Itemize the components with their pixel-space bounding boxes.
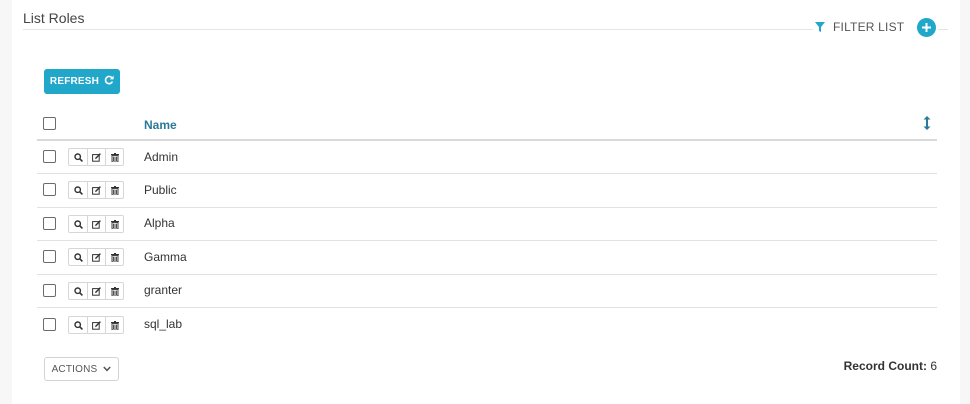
row-divider bbox=[37, 207, 937, 208]
view-button[interactable] bbox=[69, 317, 87, 333]
edit-button[interactable] bbox=[87, 283, 105, 299]
page-title: List Roles bbox=[23, 10, 85, 26]
search-icon bbox=[73, 320, 83, 330]
row-divider bbox=[37, 173, 937, 174]
edit-button[interactable] bbox=[87, 317, 105, 333]
row-action-group bbox=[68, 316, 124, 334]
trash-icon bbox=[110, 152, 119, 162]
trash-icon bbox=[110, 252, 119, 262]
edit-button[interactable] bbox=[87, 249, 105, 265]
refresh-label: REFRESH bbox=[49, 76, 100, 87]
view-button[interactable] bbox=[69, 283, 87, 299]
row-checkbox[interactable] bbox=[43, 284, 56, 297]
edit-icon bbox=[92, 252, 101, 262]
search-icon bbox=[73, 252, 83, 262]
column-header-name[interactable]: Name bbox=[144, 118, 177, 132]
role-name: Admin bbox=[144, 150, 179, 164]
search-icon bbox=[73, 219, 83, 229]
filter-list-button[interactable]: FILTER LIST bbox=[815, 18, 904, 36]
row-checkbox[interactable] bbox=[43, 250, 56, 263]
record-count-value: 6 bbox=[930, 359, 937, 373]
trash-icon bbox=[110, 286, 119, 296]
role-name: Alpha bbox=[144, 216, 175, 230]
edit-button[interactable] bbox=[87, 182, 105, 198]
add-role-button[interactable] bbox=[917, 18, 936, 37]
row-action-group bbox=[68, 248, 124, 266]
filter-list-label: FILTER LIST bbox=[833, 20, 905, 34]
view-button[interactable] bbox=[69, 182, 87, 198]
row-checkbox[interactable] bbox=[43, 318, 56, 331]
role-name: Gamma bbox=[144, 250, 187, 264]
delete-button[interactable] bbox=[105, 216, 123, 232]
edit-button[interactable] bbox=[87, 149, 105, 165]
refresh-icon bbox=[104, 75, 114, 88]
delete-button[interactable] bbox=[105, 249, 123, 265]
table-header-divider bbox=[37, 139, 937, 141]
row-checkbox[interactable] bbox=[43, 217, 56, 230]
chevron-down-icon bbox=[103, 364, 112, 375]
edit-icon bbox=[92, 152, 101, 162]
search-icon bbox=[73, 286, 83, 296]
view-button[interactable] bbox=[69, 149, 87, 165]
actions-label: ACTIONS bbox=[51, 363, 98, 375]
filter-icon bbox=[815, 22, 825, 32]
delete-button[interactable] bbox=[105, 149, 123, 165]
role-name: Public bbox=[144, 183, 177, 197]
row-action-group bbox=[68, 181, 124, 199]
row-divider bbox=[37, 240, 937, 241]
edit-icon bbox=[92, 320, 101, 330]
actions-dropdown-button[interactable]: ACTIONS bbox=[44, 357, 119, 381]
title-divider-end bbox=[938, 29, 948, 30]
delete-button[interactable] bbox=[105, 317, 123, 333]
edit-button[interactable] bbox=[87, 216, 105, 232]
content-panel bbox=[12, 0, 960, 404]
record-count: Record Count: 6 bbox=[844, 359, 937, 373]
row-action-group bbox=[68, 282, 124, 300]
plus-icon bbox=[922, 19, 931, 37]
search-icon bbox=[73, 185, 83, 195]
search-icon bbox=[73, 152, 83, 162]
row-checkbox[interactable] bbox=[43, 183, 56, 196]
edit-icon bbox=[92, 219, 101, 229]
view-button[interactable] bbox=[69, 249, 87, 265]
edit-icon bbox=[92, 185, 101, 195]
title-divider bbox=[23, 29, 813, 30]
row-divider bbox=[37, 274, 937, 275]
row-action-group bbox=[68, 215, 124, 233]
record-count-label: Record Count: bbox=[843, 359, 927, 373]
sort-icon[interactable] bbox=[923, 116, 931, 135]
refresh-button[interactable]: REFRESH bbox=[44, 69, 120, 94]
trash-icon bbox=[110, 185, 119, 195]
view-button[interactable] bbox=[69, 216, 87, 232]
row-divider bbox=[37, 307, 937, 308]
select-all-checkbox[interactable] bbox=[43, 117, 56, 130]
row-action-group bbox=[68, 148, 124, 166]
edit-icon bbox=[92, 286, 101, 296]
row-checkbox[interactable] bbox=[43, 150, 56, 163]
trash-icon bbox=[110, 320, 119, 330]
trash-icon bbox=[110, 219, 119, 229]
role-name: sql_lab bbox=[144, 317, 183, 331]
delete-button[interactable] bbox=[105, 283, 123, 299]
delete-button[interactable] bbox=[105, 182, 123, 198]
role-name: granter bbox=[144, 283, 183, 297]
